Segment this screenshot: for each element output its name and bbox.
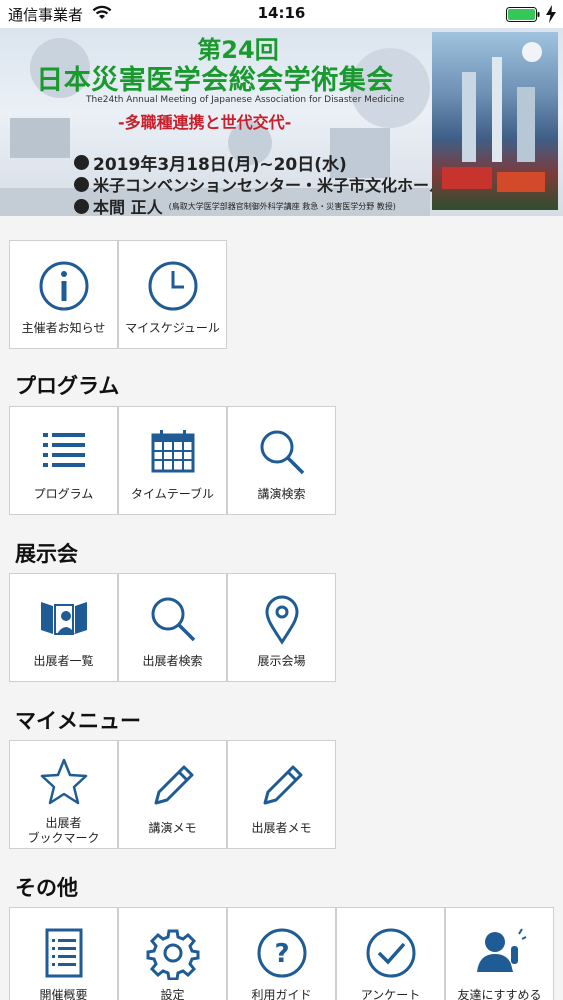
section-title-my-menu: マイメニュー <box>15 709 141 733</box>
tile-label: プログラム <box>33 487 94 501</box>
tile-survey[interactable]: アンケート <box>336 907 445 1000</box>
tile-settings[interactable]: 設定 <box>118 907 227 1000</box>
tile-label: 出展者一覧 <box>33 654 94 668</box>
banner-venue: 米子コンベンションセンター・米子市文化ホール <box>93 176 446 195</box>
tile-label: マイスケジュール <box>125 321 220 335</box>
tile-label: 利用ガイド <box>251 988 312 1000</box>
recommend-icon <box>476 928 526 972</box>
conference-banner: 第24回 日本災害医学会総会学術集会 The24th Annual Meetin… <box>0 28 563 216</box>
tile-exhibitor-search[interactable]: 出展者検索 <box>118 573 227 682</box>
tile-label: アンケート <box>360 988 421 1000</box>
tile-label: 友達にすすめる <box>457 988 542 1000</box>
pencil-icon <box>263 765 302 805</box>
section-title-exhibition: 展示会 <box>15 542 78 566</box>
tile-organizer-notice[interactable]: 主催者お知らせ <box>9 240 118 349</box>
gear-icon <box>146 929 199 980</box>
svg-text:?: ? <box>274 939 289 969</box>
charging-icon <box>546 5 556 23</box>
tile-label: 講演検索 <box>257 487 306 501</box>
clock-icon <box>148 261 197 311</box>
banner-meeting-name: 日本災害医学会総会学術集会 <box>36 65 394 96</box>
chair-marker-icon <box>74 198 89 214</box>
list-icon <box>42 433 85 467</box>
tile-label: 出展者検索 <box>142 654 203 668</box>
tile-recommend-to-friends[interactable]: 友達にすすめる <box>445 907 554 1000</box>
tile-my-schedule[interactable]: マイスケジュール <box>118 240 227 349</box>
date-marker-icon <box>74 155 89 170</box>
tile-exhibitor-list[interactable]: 出展者一覧 <box>9 573 118 682</box>
tile-label: 講演メモ <box>148 821 197 835</box>
tile-lecture-search[interactable]: 講演検索 <box>227 406 336 515</box>
search-icon <box>260 430 304 475</box>
tile-label: タイムテーブル <box>130 487 215 501</box>
venue-marker-icon <box>74 176 89 192</box>
battery-icon <box>506 7 540 22</box>
document-icon <box>45 928 82 978</box>
tile-label: 出展者メモ <box>251 821 312 835</box>
map-pin-icon <box>264 595 299 645</box>
banner-theme: -多職種連携と世代交代- <box>118 113 292 132</box>
pencil-icon <box>154 765 193 805</box>
section-title-other: その他 <box>15 876 78 900</box>
clock-time: 14:16 <box>257 4 306 22</box>
info-icon <box>39 261 88 311</box>
help-icon: ? <box>257 928 306 978</box>
section-title-program: プログラム <box>15 374 120 398</box>
tile-exhibition-venue[interactable]: 展示会場 <box>227 573 336 682</box>
banner-chair: 本間 正人 <box>93 198 163 216</box>
tile-timetable[interactable]: タイムテーブル <box>118 406 227 515</box>
banner-chair-row: 本間 正人 (鳥取大学医学部器官制御外科学講座 救急・災害医学分野 教授) <box>74 194 396 216</box>
tile-label: 開催概要 <box>39 988 88 1000</box>
tile-user-guide[interactable]: ? 利用ガイド <box>227 907 336 1000</box>
tile-label: 主催者お知らせ <box>21 321 106 335</box>
star-icon <box>40 758 87 805</box>
tile-event-overview[interactable]: 開催概要 <box>9 907 118 1000</box>
tile-label: 設定 <box>160 988 185 1000</box>
calendar-icon <box>151 430 194 473</box>
tile-label: 出展者 ブックマーク <box>27 816 100 845</box>
tile-exhibitor-memo[interactable]: 出展者メモ <box>227 740 336 849</box>
banner-artwork <box>432 32 558 210</box>
search-icon <box>151 597 195 642</box>
tile-lecture-memo[interactable]: 講演メモ <box>118 740 227 849</box>
tile-program[interactable]: プログラム <box>9 406 118 515</box>
status-bar: 通信事業者 14:16 <box>0 0 563 28</box>
banner-english-title: The24th Annual Meeting of Japanese Assoc… <box>86 95 405 105</box>
tile-exhibitor-bookmark[interactable]: 出展者 ブックマーク <box>9 740 118 849</box>
exhibitor-icon <box>40 602 87 635</box>
check-icon <box>366 928 415 978</box>
banner-venue-row: 米子コンベンションセンター・米子市文化ホール <box>74 172 445 196</box>
tile-label: 展示会場 <box>257 654 306 668</box>
banner-chair-affiliation: (鳥取大学医学部器官制御外科学講座 救急・災害医学分野 教授) <box>168 201 396 211</box>
